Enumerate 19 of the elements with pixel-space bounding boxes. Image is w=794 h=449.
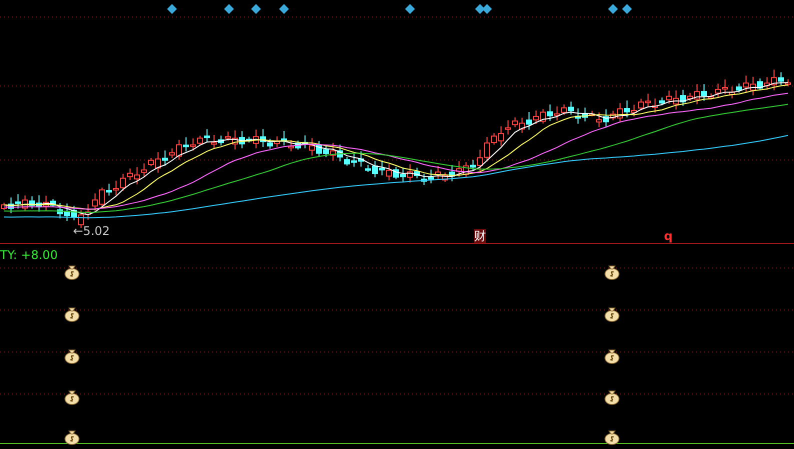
event-mark: 财 [474, 229, 486, 243]
diamond-icon [224, 4, 234, 14]
money-bag-icon [604, 266, 620, 280]
indicator-label: TY: +8.00 [0, 248, 58, 262]
money-bag-icon [604, 350, 620, 364]
diamond-icon [251, 4, 261, 14]
diamond-icon [167, 4, 177, 14]
event-mark: q [664, 229, 673, 243]
money-bag-icon [604, 390, 620, 405]
diamond-icon [405, 4, 415, 14]
low-price-label: ←5.02 [73, 224, 110, 238]
money-bag-icon [64, 430, 80, 445]
money-bag-icon [64, 266, 80, 280]
diamond-icon [279, 4, 289, 14]
money-bag-icon [64, 350, 80, 364]
money-bag-icon [604, 430, 620, 445]
money-bag-icon [64, 390, 80, 405]
money-bag-icon [64, 308, 80, 322]
money-bag-icon [604, 308, 620, 322]
